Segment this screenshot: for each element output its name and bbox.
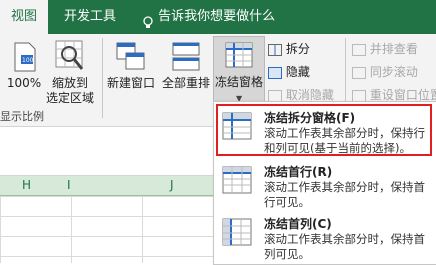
arrange-all-label: 全部重排 [161, 76, 210, 90]
sync-scrolling-label: 同步滚动 [369, 65, 418, 79]
arrange-all-button[interactable]: 全部重排 [160, 38, 212, 102]
zoom-to-selection-button[interactable]: 缩放到 选定区域 [44, 38, 96, 105]
freeze-first-column-title: 冻结首列(C) [264, 217, 332, 231]
freeze-first-column-option[interactable]: 冻结首列(C) 滚动工作表其余部分时，保持首列可见。 [214, 210, 436, 262]
arrange-all-icon [172, 42, 200, 71]
split-label: 拆分 [285, 42, 310, 56]
freeze-panes-menu: 冻结拆分窗格(F) 滚动工作表其余部分时，保持行和列可见(基于当前的选择)。 冻… [213, 101, 436, 265]
freeze-top-row-option[interactable]: 冻结首行(R) 滚动工作表其余部分时，保持首行可见。 [214, 158, 436, 210]
freeze-top-row-icon [222, 166, 252, 194]
ribbon-separator [345, 38, 346, 104]
view-side-by-side-label: 并排查看 [369, 42, 418, 56]
zoom-selection-label-2: 选定区域 [45, 91, 94, 105]
new-window-button[interactable]: 新建窗口 [104, 38, 158, 102]
freeze-top-row-title: 冻结首行(R) [264, 165, 333, 179]
sync-scrolling-button[interactable]: 同步滚动 [352, 63, 418, 81]
column-header-h[interactable]: H [22, 178, 31, 192]
reset-position-icon [352, 89, 366, 102]
lightbulb-icon [142, 10, 154, 28]
zoom-100-button[interactable]: 100 100% [2, 38, 46, 102]
hide-button[interactable]: 隐藏 [268, 63, 310, 81]
freeze-panes-label: 冻结窗格 [214, 75, 263, 89]
freeze-panes-button[interactable]: 冻结窗格 ▼ [213, 36, 265, 103]
new-window-icon [116, 42, 145, 70]
tell-me-label: 告诉我你想要做什么 [158, 9, 276, 24]
hide-icon [268, 66, 282, 79]
zoom-selection-label-1: 缩放到 [51, 76, 88, 90]
reset-window-position-label: 重设窗口位置 [369, 88, 436, 102]
view-side-by-side-button[interactable]: 并排查看 [352, 40, 418, 58]
hide-label: 隐藏 [285, 65, 310, 79]
zoom-group-label: 显示比例 [0, 110, 44, 123]
column-header-j[interactable]: J [170, 178, 174, 192]
svg-text:100: 100 [22, 57, 34, 64]
unhide-icon [268, 89, 282, 102]
column-header-i[interactable]: I [67, 178, 71, 192]
freeze-top-row-desc: 滚动工作表其余部分时，保持首行可见。 [264, 180, 425, 209]
ribbon-tab-bar: 视图 开发工具 告诉我你想要做什么 [0, 0, 436, 34]
split-icon [268, 43, 282, 56]
freeze-panes-icon [225, 42, 253, 68]
highlight-box [216, 104, 432, 156]
split-button[interactable]: 拆分 [268, 40, 310, 58]
unhide-label: 取消隐藏 [285, 88, 334, 102]
freeze-first-column-desc: 滚动工作表其余部分时，保持首列可见。 [264, 232, 425, 261]
freeze-first-column-icon [222, 218, 252, 246]
zoom-100-label: 100% [6, 76, 42, 90]
new-window-label: 新建窗口 [106, 76, 155, 90]
zoom-100-icon: 100 [14, 42, 36, 72]
zoom-selection-icon [55, 40, 84, 70]
side-by-side-icon [352, 43, 366, 56]
tell-me-search[interactable]: 告诉我你想要做什么 [142, 0, 275, 34]
tab-developer[interactable]: 开发工具 [64, 0, 116, 34]
group-separator [102, 38, 103, 118]
tab-view[interactable]: 视图 [0, 0, 48, 34]
sync-scroll-icon [352, 66, 366, 79]
